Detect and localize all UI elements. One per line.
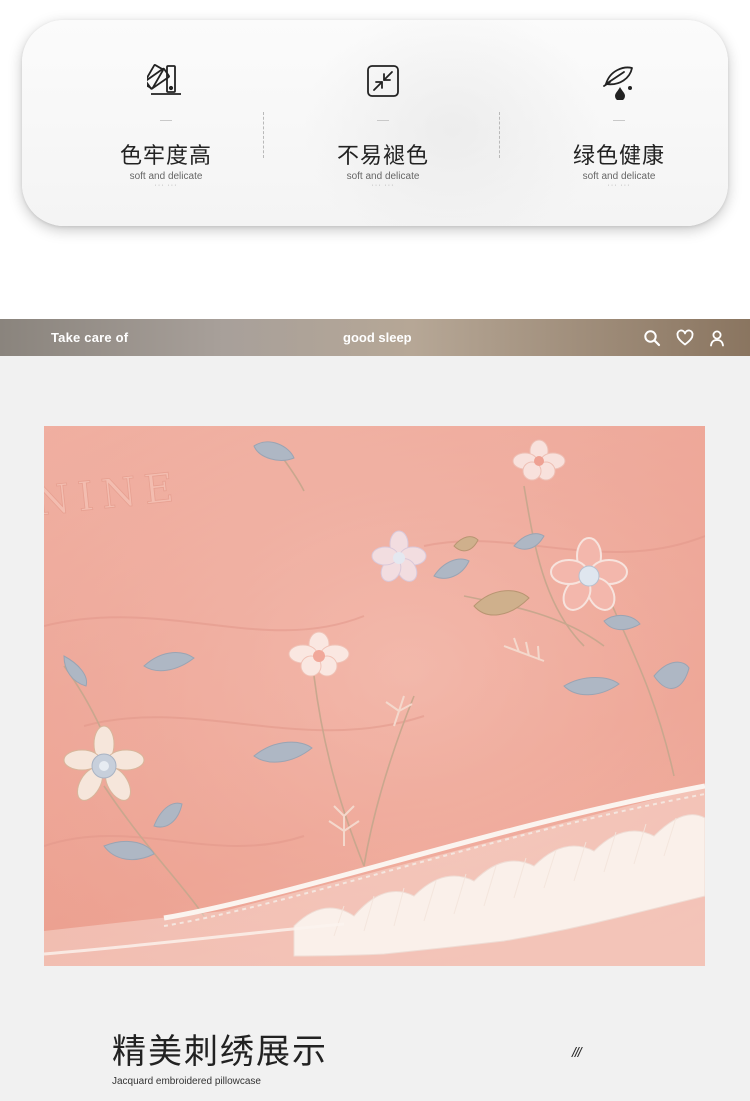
user-icon[interactable] [708,329,726,347]
vertical-divider [499,112,500,158]
feature-subtitle: soft and delicate [582,171,656,182]
feature-subtitle: soft and delicate [346,171,420,182]
shrink-arrows-icon [367,65,399,97]
feature-title: 不易褪色 [336,144,429,169]
feature-divider-line [160,120,172,121]
feature-title: 绿色健康 [572,144,665,169]
banner-center-text: good sleep [343,330,412,345]
banner-left-text: Take care of [51,330,129,345]
feature-subtitle: soft and delicate [129,171,203,182]
color-swatch-icon [147,64,181,95]
feature-dots: ··· ··· [154,182,178,189]
caption-title: 精美刺绣展示 [112,1032,328,1072]
feature-dots: ··· ··· [607,182,631,189]
caption-subtitle: Jacquard embroidered pillowcase [112,1076,261,1087]
feature-divider-line [613,120,625,121]
heart-icon[interactable] [676,329,694,347]
embroidered-pillowcase-photo: NINE [44,426,705,966]
feature-colorfastness: 色牢度高 soft and delicate ··· ··· [56,20,276,226]
feature-green-healthy: 绿色健康 soft and delicate ··· ··· [509,20,728,226]
gallery-section: NINE 精美刺绣展示 Jacquard embroidered pillowc… [0,356,750,1101]
feature-divider-line [377,120,389,121]
decorative-slashes: /// [572,1044,582,1060]
header-banner: Take care of good sleep [0,319,750,356]
vertical-divider [263,112,264,158]
leaf-drop-icon [603,66,633,100]
feature-title: 色牢度高 [119,144,212,169]
feature-dots: ··· ··· [371,182,395,189]
feature-fade-resistant: 不易褪色 soft and delicate ··· ··· [273,20,493,226]
search-icon[interactable] [643,329,661,347]
feature-card: 色牢度高 soft and delicate ··· ··· 不易褪色 soft… [22,20,728,226]
